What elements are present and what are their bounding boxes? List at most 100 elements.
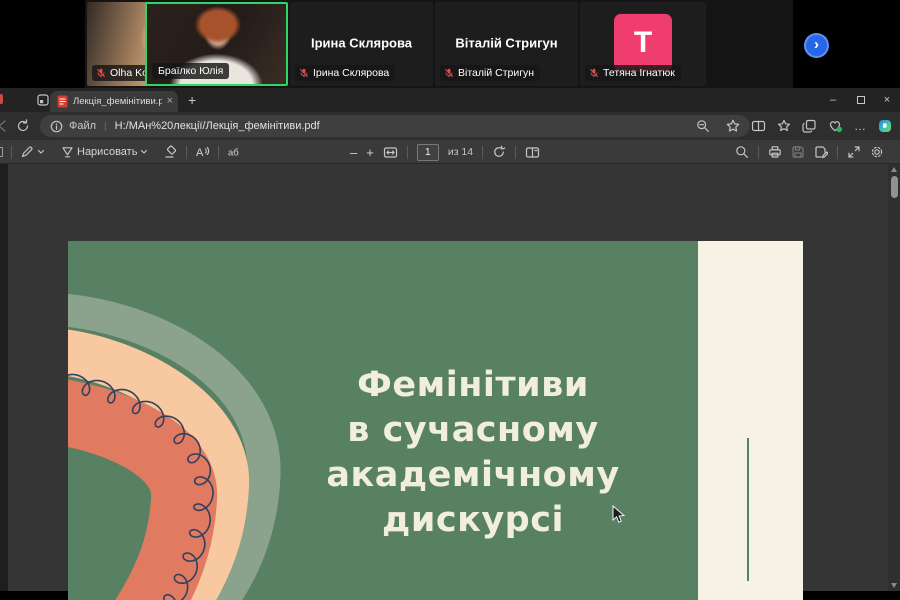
address-divider: | (102, 121, 109, 132)
tab-title: Лекція_фемінітиви.pdf (73, 96, 162, 107)
participant-name-pill: Ірина Склярова (295, 65, 395, 81)
split-screen-icon[interactable] (751, 119, 766, 133)
chevron-down-icon (37, 149, 45, 155)
next-participants-button[interactable]: › (804, 33, 829, 58)
slide-side-panel (698, 241, 803, 600)
fit-to-width-icon[interactable] (383, 146, 398, 159)
toolbar-divider (515, 146, 516, 159)
favorites-icon[interactable] (777, 119, 791, 133)
tab-bar: Лекція_фемінітиви.pdf × + – × (0, 88, 900, 112)
participant-center-name: Ірина Склярова (290, 35, 433, 50)
toolbar-divider (837, 146, 838, 159)
participant-name-pill: Віталій Стригун (440, 65, 540, 81)
translate-tool[interactable]: аб (227, 145, 243, 159)
page-view-icon[interactable] (525, 146, 540, 159)
avatar: Т (614, 14, 672, 72)
address-bar[interactable]: Файл | H:/МАн%20лекції/Лекція_фемінітиви… (40, 115, 750, 137)
maximize-icon (857, 96, 865, 104)
highlight-draw-tool[interactable]: Нарисовать (61, 146, 148, 158)
scheme-label: Файл (69, 120, 96, 132)
vertical-scrollbar[interactable] (888, 164, 900, 591)
slide-title: Фемінітиви в сучасному академічному диск… (236, 363, 710, 543)
pdf-favicon (57, 95, 68, 108)
settings-gear-icon[interactable] (870, 145, 884, 159)
eraser-icon (164, 145, 178, 159)
slide-title-line: в сучасному (236, 408, 710, 453)
participant-tile-sklyarova[interactable]: Ірина Склярова Ірина Склярова (290, 2, 433, 86)
browser-toolbar-icons: … (751, 112, 892, 140)
pdf-page-1: Фемінітиви в сучасному академічному диск… (68, 241, 803, 600)
more-menu-icon[interactable]: … (854, 119, 867, 133)
page-number-input[interactable]: 1 (417, 144, 439, 161)
decorative-vertical-line (747, 438, 749, 581)
print-icon[interactable] (768, 145, 782, 159)
clipped-tool-icon (0, 147, 3, 157)
chevron-right-icon: › (814, 36, 819, 53)
zoom-out-button[interactable]: – (350, 145, 357, 160)
address-bar-row: Файл | H:/МАн%20лекції/Лекція_фемінітиви… (0, 112, 900, 140)
eraser-tool[interactable] (164, 145, 178, 159)
window-minimize-button[interactable]: – (818, 88, 848, 112)
highlighter-icon (61, 146, 74, 158)
pen-icon (20, 145, 34, 159)
clipped-edge-icon (0, 94, 3, 104)
save-as-icon[interactable] (814, 145, 828, 159)
muted-mic-icon (299, 68, 309, 78)
participant-name: Тетяна Ігнатюк (603, 67, 675, 79)
address-url: H:/МАн%20лекції/Лекція_фемінітиви.pdf (115, 120, 320, 132)
svg-text:A: A (196, 147, 204, 159)
chevron-down-icon (140, 149, 148, 155)
draw-tool-label: Нарисовать (77, 146, 137, 158)
browser-window: Лекція_фемінітиви.pdf × + – × (0, 88, 900, 591)
muted-mic-icon (589, 68, 599, 78)
participant-tile-strygun[interactable]: Віталій Стригун Віталій Стригун (435, 2, 578, 86)
toolbar-divider (758, 146, 759, 159)
rotate-icon[interactable] (492, 145, 506, 159)
save-icon[interactable] (791, 145, 805, 159)
tab-actions-icon[interactable] (36, 93, 50, 107)
slide-title-line: академічному (236, 453, 710, 498)
muted-mic-icon (444, 68, 454, 78)
slide-title-line: Фемінітиви (236, 363, 710, 408)
collections-icon[interactable] (802, 119, 817, 133)
translate-icon: аб (227, 145, 243, 159)
participant-tile-brailko[interactable]: Браїлко Юлія (145, 2, 288, 86)
fullscreen-icon[interactable] (847, 145, 861, 159)
toolbar-divider (218, 146, 219, 159)
zoom-in-button[interactable]: + (366, 145, 374, 160)
scroll-down-arrow-icon[interactable] (891, 583, 897, 588)
muted-mic-icon (96, 68, 106, 78)
window-close-button[interactable]: × (872, 88, 900, 112)
viewport-left-edge (0, 164, 8, 591)
add-favorite-star-icon[interactable] (726, 119, 740, 133)
scroll-up-arrow-icon[interactable] (891, 167, 897, 172)
info-icon[interactable] (50, 120, 63, 133)
participant-name-pill: Тетяна Ігнатюк (585, 65, 681, 81)
meeting-filmstrip: Olha Korinska Браїлко Юлія Ірина Скляров… (0, 0, 900, 88)
scrollbar-thumb[interactable] (891, 176, 898, 198)
read-aloud-tool[interactable]: A (195, 145, 210, 159)
participant-name: Браїлко Юлія (158, 65, 223, 77)
pdf-viewport: Фемінітиви в сучасному академічному диск… (0, 164, 900, 591)
copilot-icon[interactable] (878, 119, 892, 133)
zoom-out-page-icon[interactable] (696, 119, 710, 133)
search-icon[interactable] (735, 145, 749, 159)
back-icon[interactable] (0, 119, 8, 133)
ink-pen-tool[interactable] (20, 145, 45, 159)
page-total-label: из 14 (448, 146, 473, 158)
svg-text:аб: аб (228, 148, 239, 159)
new-tab-button[interactable]: + (188, 92, 196, 108)
toolbar-divider (482, 146, 483, 159)
mouse-cursor (612, 505, 625, 524)
participant-tile-ihnatiuk[interactable]: Т Тетяна Ігнатюк (580, 2, 706, 86)
screen: Olha Korinska Браїлко Юлія Ірина Скляров… (0, 0, 900, 600)
read-aloud-icon: A (195, 145, 210, 159)
toolbar-divider (407, 146, 408, 159)
refresh-icon[interactable] (16, 119, 30, 133)
browser-tab[interactable]: Лекція_фемінітиви.pdf × (50, 91, 178, 112)
participant-name: Ірина Склярова (313, 67, 389, 79)
close-tab-icon[interactable]: × (167, 96, 173, 107)
browser-essentials-icon[interactable] (828, 119, 843, 133)
toolbar-divider (186, 146, 187, 159)
toolbar-divider (11, 146, 12, 159)
